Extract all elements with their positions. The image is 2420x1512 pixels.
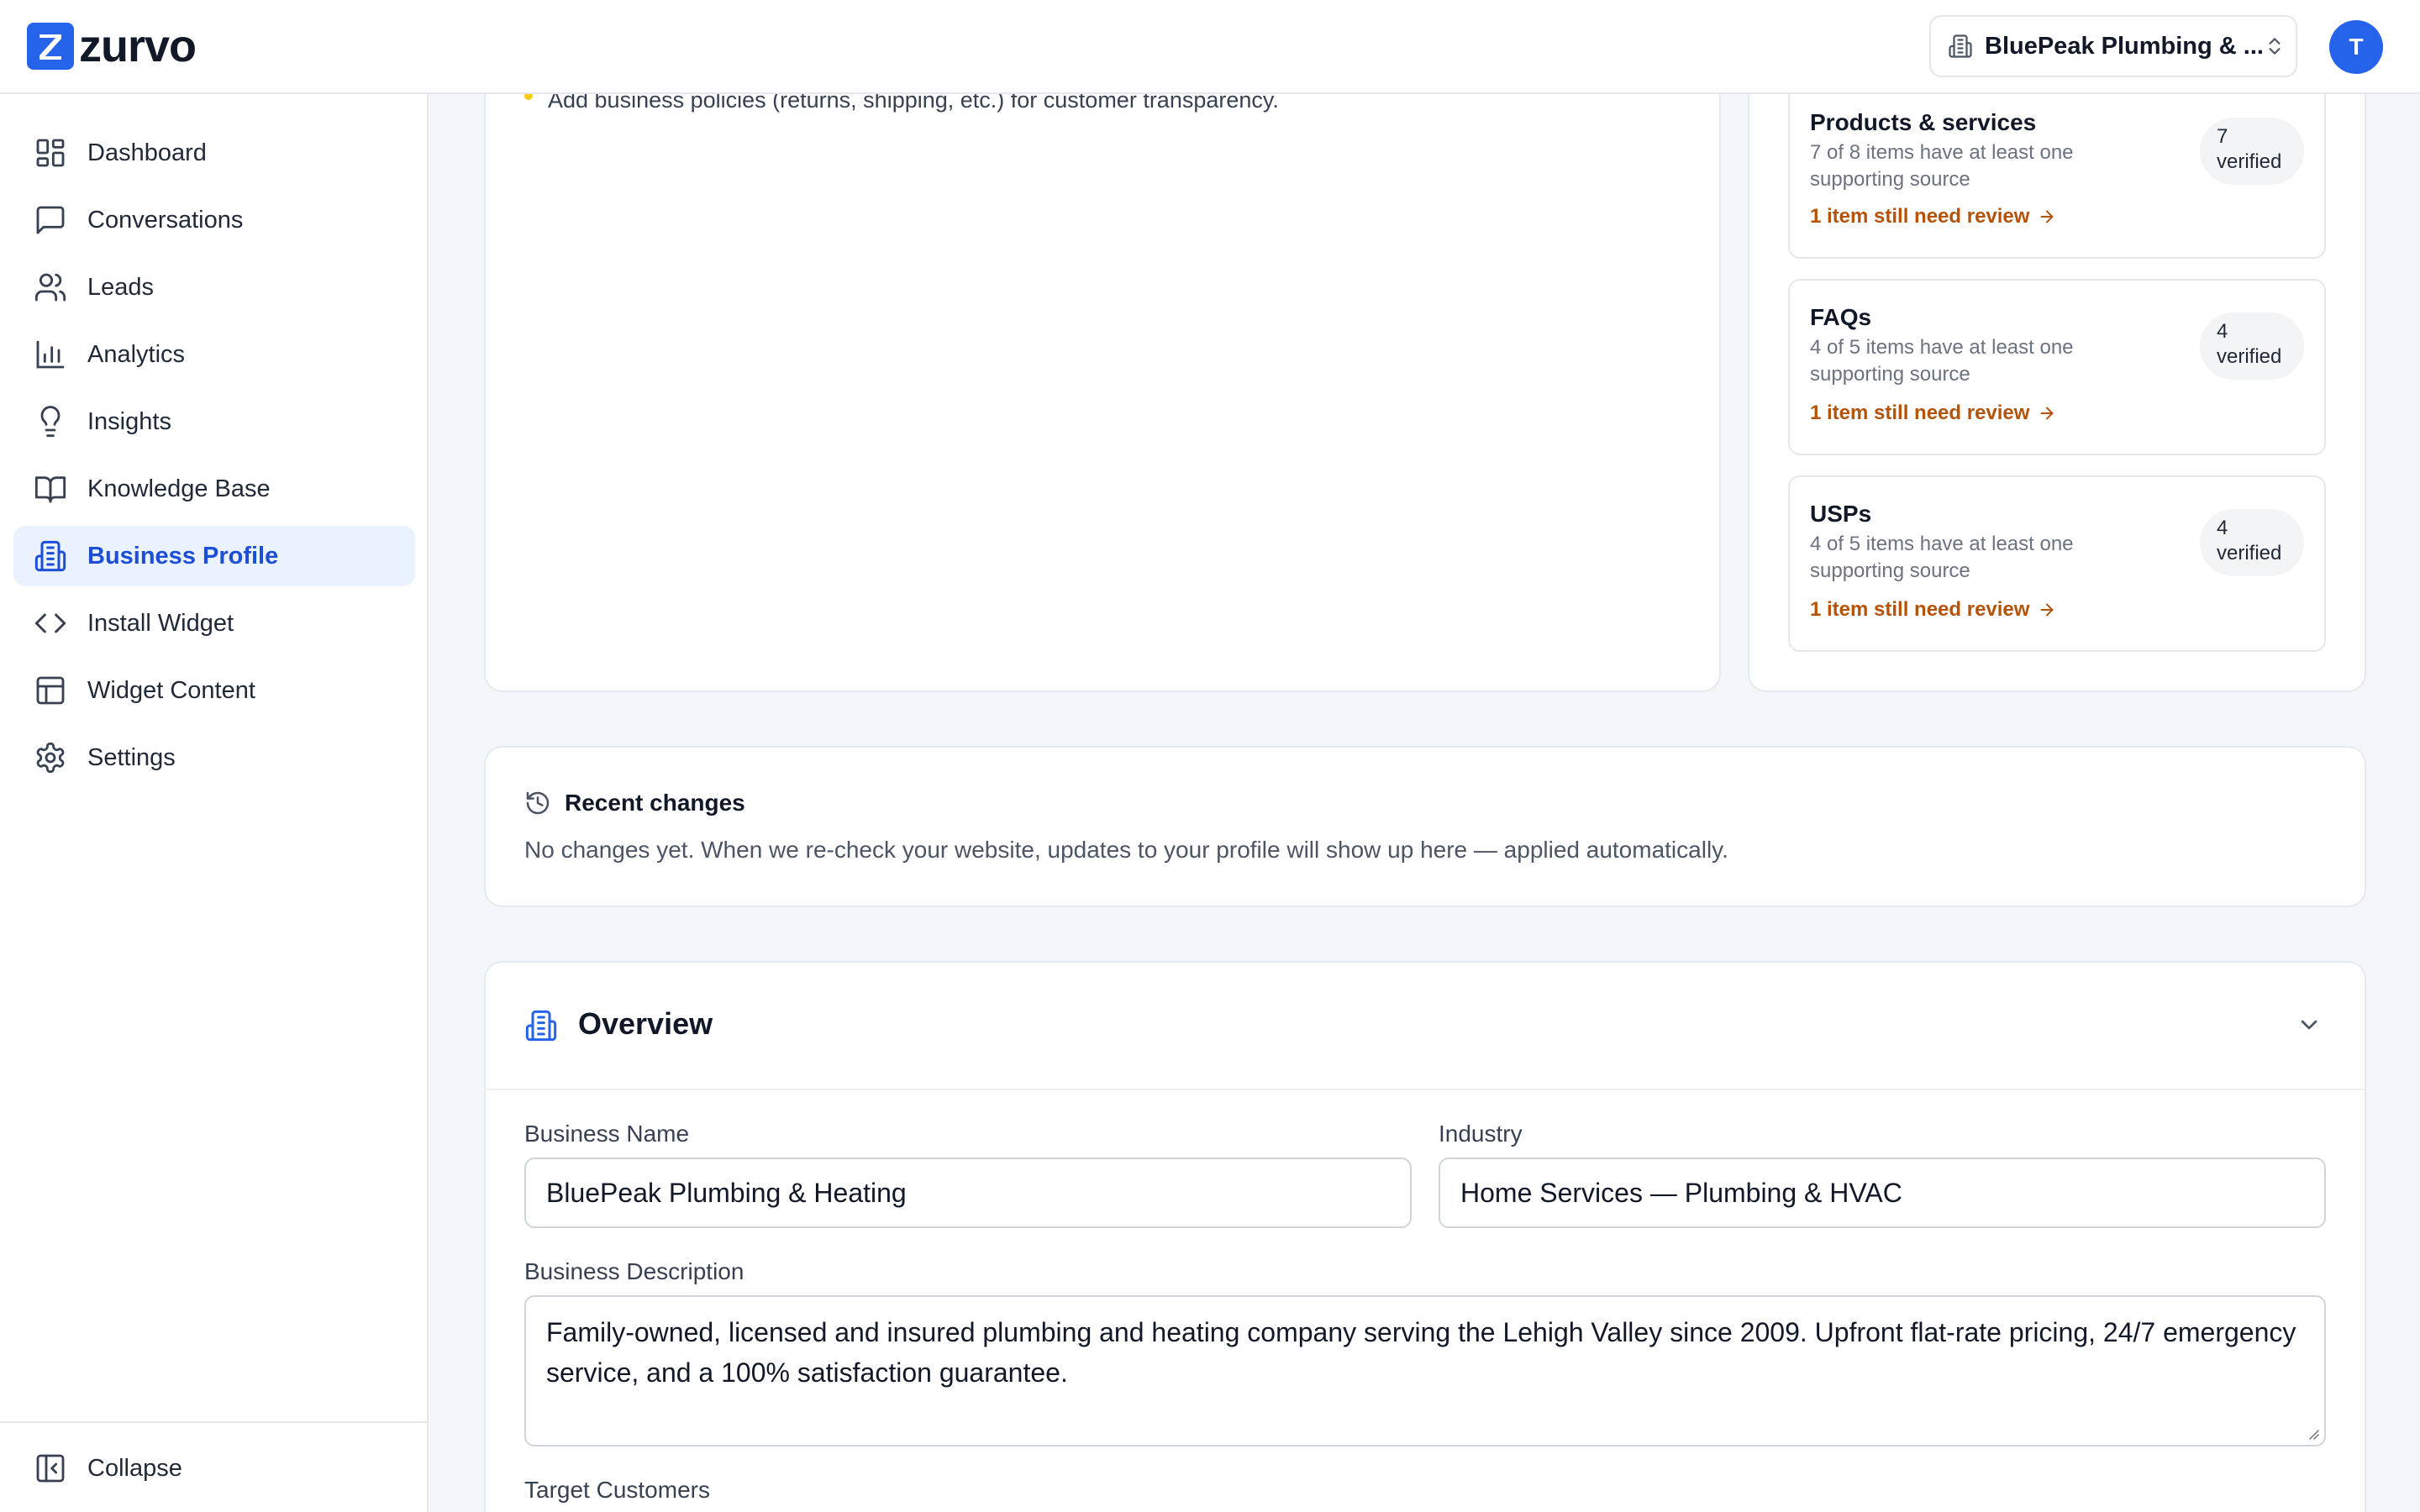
sidebar-item-business-profile[interactable]: Business Profile [13,526,415,586]
sidebar-item-label: Knowledge Base [87,475,271,502]
arrow-right-icon [2041,210,2054,223]
panel-left-close-icon [34,1452,67,1485]
book-icon [34,472,67,506]
building-icon [1948,34,1973,59]
top-bar: zurvo BluePeak Plumbing & ... T [0,0,2420,94]
lightbulb-icon [34,405,67,438]
sidebar-item-label: Settings [87,743,176,771]
recent-changes-text: No changes yet. When we re-check your we… [524,837,1728,863]
building-icon [34,539,67,573]
sidebar-item-label: Conversations [87,206,244,234]
users-icon [34,270,67,304]
review-link-label: 1 item still need review [1810,205,2030,228]
sidebar-divider [0,1421,427,1423]
source-group-subtitle: 7 of 8 items have at least one supportin… [1810,141,2074,191]
sidebar-item-analytics[interactable]: Analytics [13,324,415,385]
chat-icon [34,203,67,237]
chevron-down-icon[interactable] [2296,1011,2323,1038]
source-group-products: Products & services 7 of 8 items have at… [1788,84,2326,259]
industry-label: Industry [1439,1121,1523,1147]
source-group-title: Products & services [1810,109,2037,135]
collapse-label: Collapse [87,1454,182,1482]
verified-badge: 4 verified [2200,509,2304,576]
user-avatar[interactable]: T [2329,20,2383,74]
dashboard-icon [34,136,67,170]
source-group-subtitle: 4 of 5 items have at least one supportin… [1810,336,2074,386]
sidebar-item-knowledge-base[interactable]: Knowledge Base [13,459,415,519]
verified-label: verified [2217,542,2282,564]
arrow-right-icon [2041,603,2054,617]
building-icon [524,1009,558,1042]
overview-title: Overview [578,1006,713,1041]
app-logo[interactable]: zurvo [27,21,197,71]
sidebar-item-install-widget[interactable]: Install Widget [13,593,415,654]
sidebar-item-conversations[interactable]: Conversations [13,190,415,250]
sidebar-item-leads[interactable]: Leads [13,257,415,318]
source-group-title: FAQs [1810,304,1872,330]
sidebar-item-label: Leads [87,273,155,301]
arrow-right-icon [2041,407,2054,420]
verified-count: 4 [2217,517,2228,539]
verified-badge: 7 verified [2200,118,2304,185]
business-description-label: Business Description [524,1258,744,1284]
business-description-textarea[interactable]: Family-owned, licensed and insured plumb… [524,1295,2326,1446]
business-name-input[interactable]: BluePeak Plumbing & Heating [524,1158,1412,1228]
bar-chart-icon [34,338,67,371]
target-customers-label: Target Customers [524,1477,710,1503]
business-description-text: Family-owned, licensed and insured plumb… [546,1317,2296,1388]
chevrons-up-down-icon [2264,34,2286,59]
logo-mark [27,23,74,70]
source-group-usps: USPs 4 of 5 items have at least one supp… [1788,475,2326,652]
logo-text: zurvo [79,21,197,71]
business-switcher[interactable]: BluePeak Plumbing & ... [1929,15,2297,77]
verified-label: verified [2217,150,2282,173]
suggestions-card [484,94,1721,692]
sidebar-item-label: Analytics [87,340,186,368]
business-switcher-label: BluePeak Plumbing & ... [1985,32,2264,60]
sidebar: Dashboard Conversations Leads Analytics … [0,94,429,1512]
sidebar-item-settings[interactable]: Settings [13,727,415,788]
source-group-title: USPs [1810,501,1872,527]
verified-count: 7 [2217,125,2228,148]
verified-count: 4 [2217,320,2228,343]
review-link[interactable]: 1 item still need review [1810,402,2056,425]
sidebar-item-label: Widget Content [87,676,255,704]
review-link[interactable]: 1 item still need review [1810,598,2056,622]
sidebar-item-label: Business Profile [87,542,279,570]
verified-badge: 4 verified [2200,312,2304,380]
resize-handle-icon[interactable] [2306,1426,2319,1440]
sidebar-item-label: Install Widget [87,609,234,637]
source-group-faqs: FAQs 4 of 5 items have at least one supp… [1788,279,2326,455]
sidebar-item-label: Insights [87,407,171,435]
review-link[interactable]: 1 item still need review [1810,205,2056,228]
sidebar-item-label: Dashboard [87,139,207,166]
recent-changes-card [484,746,2366,907]
history-icon [524,790,551,816]
recent-changes-title: Recent changes [565,790,745,816]
layout-icon [34,674,67,707]
business-name-label: Business Name [524,1121,690,1147]
review-link-label: 1 item still need review [1810,402,2030,424]
code-icon [34,606,67,640]
collapse-sidebar-button[interactable]: Collapse [13,1438,182,1499]
overview-divider [484,1089,2366,1090]
review-link-label: 1 item still need review [1810,598,2030,621]
industry-input[interactable]: Home Services — Plumbing & HVAC [1439,1158,2326,1228]
sidebar-item-dashboard[interactable]: Dashboard [13,123,415,183]
sidebar-item-insights[interactable]: Insights [13,391,415,452]
verified-label: verified [2217,345,2282,368]
sidebar-item-widget-content[interactable]: Widget Content [13,660,415,721]
source-group-subtitle: 4 of 5 items have at least one supportin… [1810,533,2074,582]
gear-icon [34,741,67,774]
